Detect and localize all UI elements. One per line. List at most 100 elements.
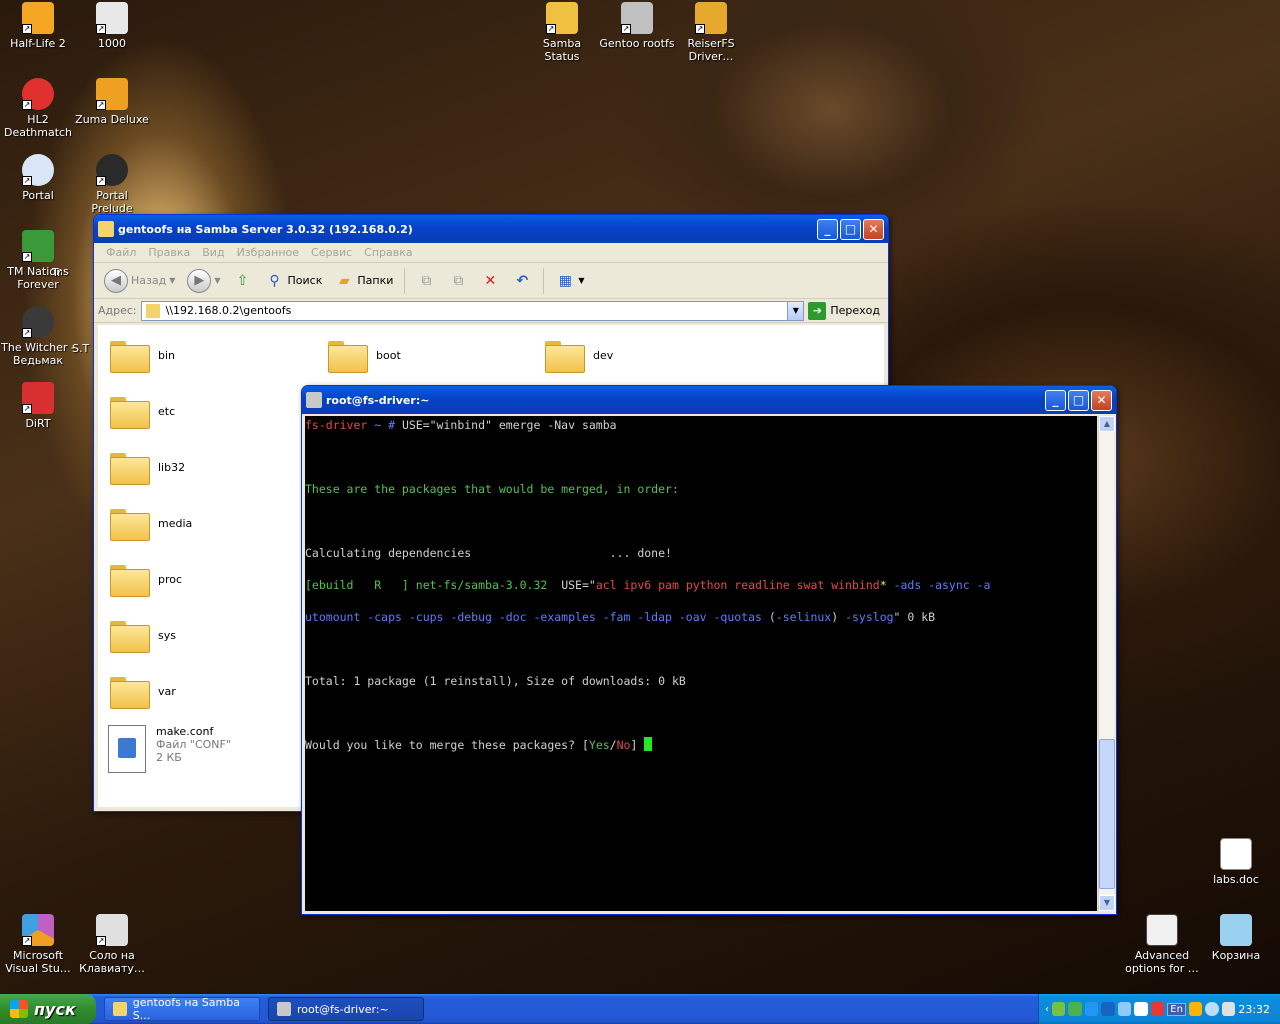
- scroll-down-button[interactable]: ▼: [1099, 895, 1115, 911]
- chevron-down-icon: ▼: [169, 276, 176, 285]
- views-button[interactable]: ▦ ▼: [551, 269, 588, 293]
- desktop-icon-the-witcher[interactable]: ↗ The Witcher - Ведьмак: [0, 306, 76, 367]
- undo-icon: ↶: [516, 272, 529, 289]
- folder-item-media[interactable]: media: [110, 507, 192, 541]
- up-button[interactable]: ⇧: [229, 269, 257, 293]
- samba-status-icon: ↗: [546, 2, 578, 34]
- tray-app-icon[interactable]: [1068, 1002, 1082, 1016]
- forward-button[interactable]: ▶ ▼: [183, 267, 224, 295]
- delete-button[interactable]: ✕: [476, 269, 504, 293]
- copy-to-button[interactable]: ⧉: [444, 269, 472, 293]
- undo-button[interactable]: ↶: [508, 269, 536, 293]
- tray-expand-icon[interactable]: ‹: [1045, 1004, 1049, 1015]
- menu-edit[interactable]: Правка: [142, 246, 196, 259]
- folder-item-var[interactable]: var: [110, 675, 176, 709]
- volume-icon[interactable]: [1221, 1002, 1236, 1016]
- minimize-button[interactable]: _: [817, 219, 838, 240]
- file-item-make-conf[interactable]: make.conf Файл "CONF" 2 КБ: [108, 725, 231, 773]
- menu-view[interactable]: Вид: [196, 246, 230, 259]
- desktop-icon-1000[interactable]: ↗ 1000: [74, 2, 150, 50]
- antivirus-icon[interactable]: [1150, 1002, 1165, 1016]
- network-icon[interactable]: [1117, 1002, 1132, 1016]
- chevron-down-icon: ▼: [578, 276, 585, 285]
- move-to-icon: ⧉: [421, 272, 432, 289]
- folders-button[interactable]: ▰ Папки: [330, 269, 397, 293]
- back-button[interactable]: ◀ Назад ▼: [100, 267, 179, 295]
- search-button[interactable]: ⚲ Поиск: [261, 269, 327, 293]
- hl2-deathmatch-icon: ↗: [22, 78, 54, 110]
- go-button[interactable]: ➔ Переход: [808, 301, 884, 320]
- menu-favorites[interactable]: Избранное: [231, 246, 305, 259]
- folder-item-lib32[interactable]: lib32: [110, 451, 185, 485]
- desktop-icon-advanced-options[interactable]: Advanced options for …: [1124, 914, 1200, 975]
- desktop-icon-samba-status[interactable]: ↗ Samba Status: [524, 2, 600, 63]
- settings-window-icon: [1146, 914, 1178, 946]
- menu-file[interactable]: Файл: [100, 246, 142, 259]
- scroll-thumb[interactable]: [1099, 739, 1115, 889]
- toolbar-separator: [404, 267, 406, 294]
- network-drive-icon: ↗: [621, 2, 653, 34]
- desktop-icon-recycle-bin[interactable]: Корзина: [1198, 914, 1274, 962]
- menu-tools[interactable]: Сервис: [305, 246, 358, 259]
- skype-icon[interactable]: [1084, 1002, 1099, 1016]
- desktop-icon-hl2-deathmatch[interactable]: ↗ HL2 Deathmatch: [0, 78, 76, 139]
- maximize-button[interactable]: □: [840, 219, 861, 240]
- close-button[interactable]: ✕: [863, 219, 884, 240]
- folder-item-dev[interactable]: dev: [545, 339, 613, 373]
- desktop-icon-labs-doc[interactable]: labs.doc: [1198, 838, 1274, 886]
- icq-icon[interactable]: [1052, 1002, 1066, 1016]
- desktop-icon-zuma-deluxe[interactable]: ↗ Zuma Deluxe: [74, 78, 150, 126]
- taskbar-item-explorer[interactable]: gentoofs на Samba S...: [104, 996, 260, 1022]
- desktop-icon-portal-prelude[interactable]: ↗ Portal Prelude: [74, 154, 150, 215]
- desktop-icon-gentoo-rootfs[interactable]: ↗ Gentoo rootfs: [599, 2, 675, 50]
- terminal-window[interactable]: root@fs-driver:~ _ □ ✕ fs-driver ~ # USE…: [301, 385, 1117, 915]
- desktop-icon-half-life-2[interactable]: ↗ Half-Life 2: [0, 2, 76, 50]
- menu-help[interactable]: Справка: [358, 246, 418, 259]
- terminal-line-calc: Calculating dependencies ... done!: [305, 546, 672, 560]
- half-life-2-icon: ↗: [22, 2, 54, 34]
- desktop-icon-tm2-label[interactable]: Tr: [52, 266, 92, 279]
- minimize-button[interactable]: _: [1045, 390, 1066, 411]
- explorer-title: gentoofs на Samba Server 3.0.32 (192.168…: [118, 222, 413, 236]
- globe-icon[interactable]: [1205, 1002, 1219, 1016]
- terminal-screen[interactable]: fs-driver ~ # USE="winbind" emerge -Nav …: [305, 416, 1097, 911]
- desktop-icon-reiserfs[interactable]: ↗ ReiserFS Driver…: [673, 2, 749, 63]
- scroll-up-button[interactable]: ▲: [1099, 416, 1115, 432]
- desktop-icon-dirt[interactable]: ↗ DiRT: [0, 382, 76, 430]
- desktop-icon-visual-studio[interactable]: ↗ Microsoft Visual Stu…: [0, 914, 76, 975]
- language-indicator[interactable]: En: [1167, 1002, 1186, 1016]
- bluetooth-icon[interactable]: [1101, 1002, 1115, 1016]
- desktop-icon-solo[interactable]: ↗ Соло на Клавиату…: [74, 914, 150, 975]
- folder-item-bin[interactable]: bin: [110, 339, 175, 373]
- taskbar-item-terminal[interactable]: root@fs-driver:~: [268, 997, 424, 1021]
- close-button[interactable]: ✕: [1091, 390, 1112, 411]
- dirt-icon: ↗: [22, 382, 54, 414]
- folder-item-etc[interactable]: etc: [110, 395, 175, 429]
- word-document-icon: [1220, 838, 1252, 870]
- putty-icon: [277, 1002, 291, 1016]
- terminal-scrollbar[interactable]: ▲ ▼: [1098, 416, 1115, 911]
- terminal-titlebar[interactable]: root@fs-driver:~ _ □ ✕: [302, 386, 1116, 414]
- file-size: 2 КБ: [156, 751, 182, 764]
- explorer-titlebar[interactable]: gentoofs на Samba Server 3.0.32 (192.168…: [94, 215, 888, 243]
- maximize-button[interactable]: □: [1068, 390, 1089, 411]
- tm-nations-icon: ↗: [22, 230, 54, 262]
- windows-logo-icon: [10, 1000, 28, 1018]
- folder-item-boot[interactable]: boot: [328, 339, 401, 373]
- address-input[interactable]: \\192.168.0.2\gentoofs ▼: [140, 300, 805, 321]
- tray-shield-icon[interactable]: [1188, 1002, 1203, 1016]
- desktop-icon-tm-nations[interactable]: ↗ TM Nations Forever: [0, 230, 76, 291]
- desktop-icon-portal[interactable]: ↗ Portal: [0, 154, 76, 202]
- move-to-button[interactable]: ⧉: [412, 269, 440, 293]
- address-bar: Адрес: \\192.168.0.2\gentoofs ▼ ➔ Переход: [94, 299, 888, 323]
- folder-item-sys[interactable]: sys: [110, 619, 176, 653]
- toolbar-separator: [543, 267, 545, 294]
- folder-icon: [328, 339, 368, 373]
- start-button[interactable]: пуск: [0, 994, 96, 1024]
- hardware-icon[interactable]: [1134, 1002, 1148, 1016]
- folder-item-proc[interactable]: proc: [110, 563, 182, 597]
- address-dropdown-button[interactable]: ▼: [787, 301, 804, 320]
- clock[interactable]: 23:32: [1238, 1003, 1270, 1016]
